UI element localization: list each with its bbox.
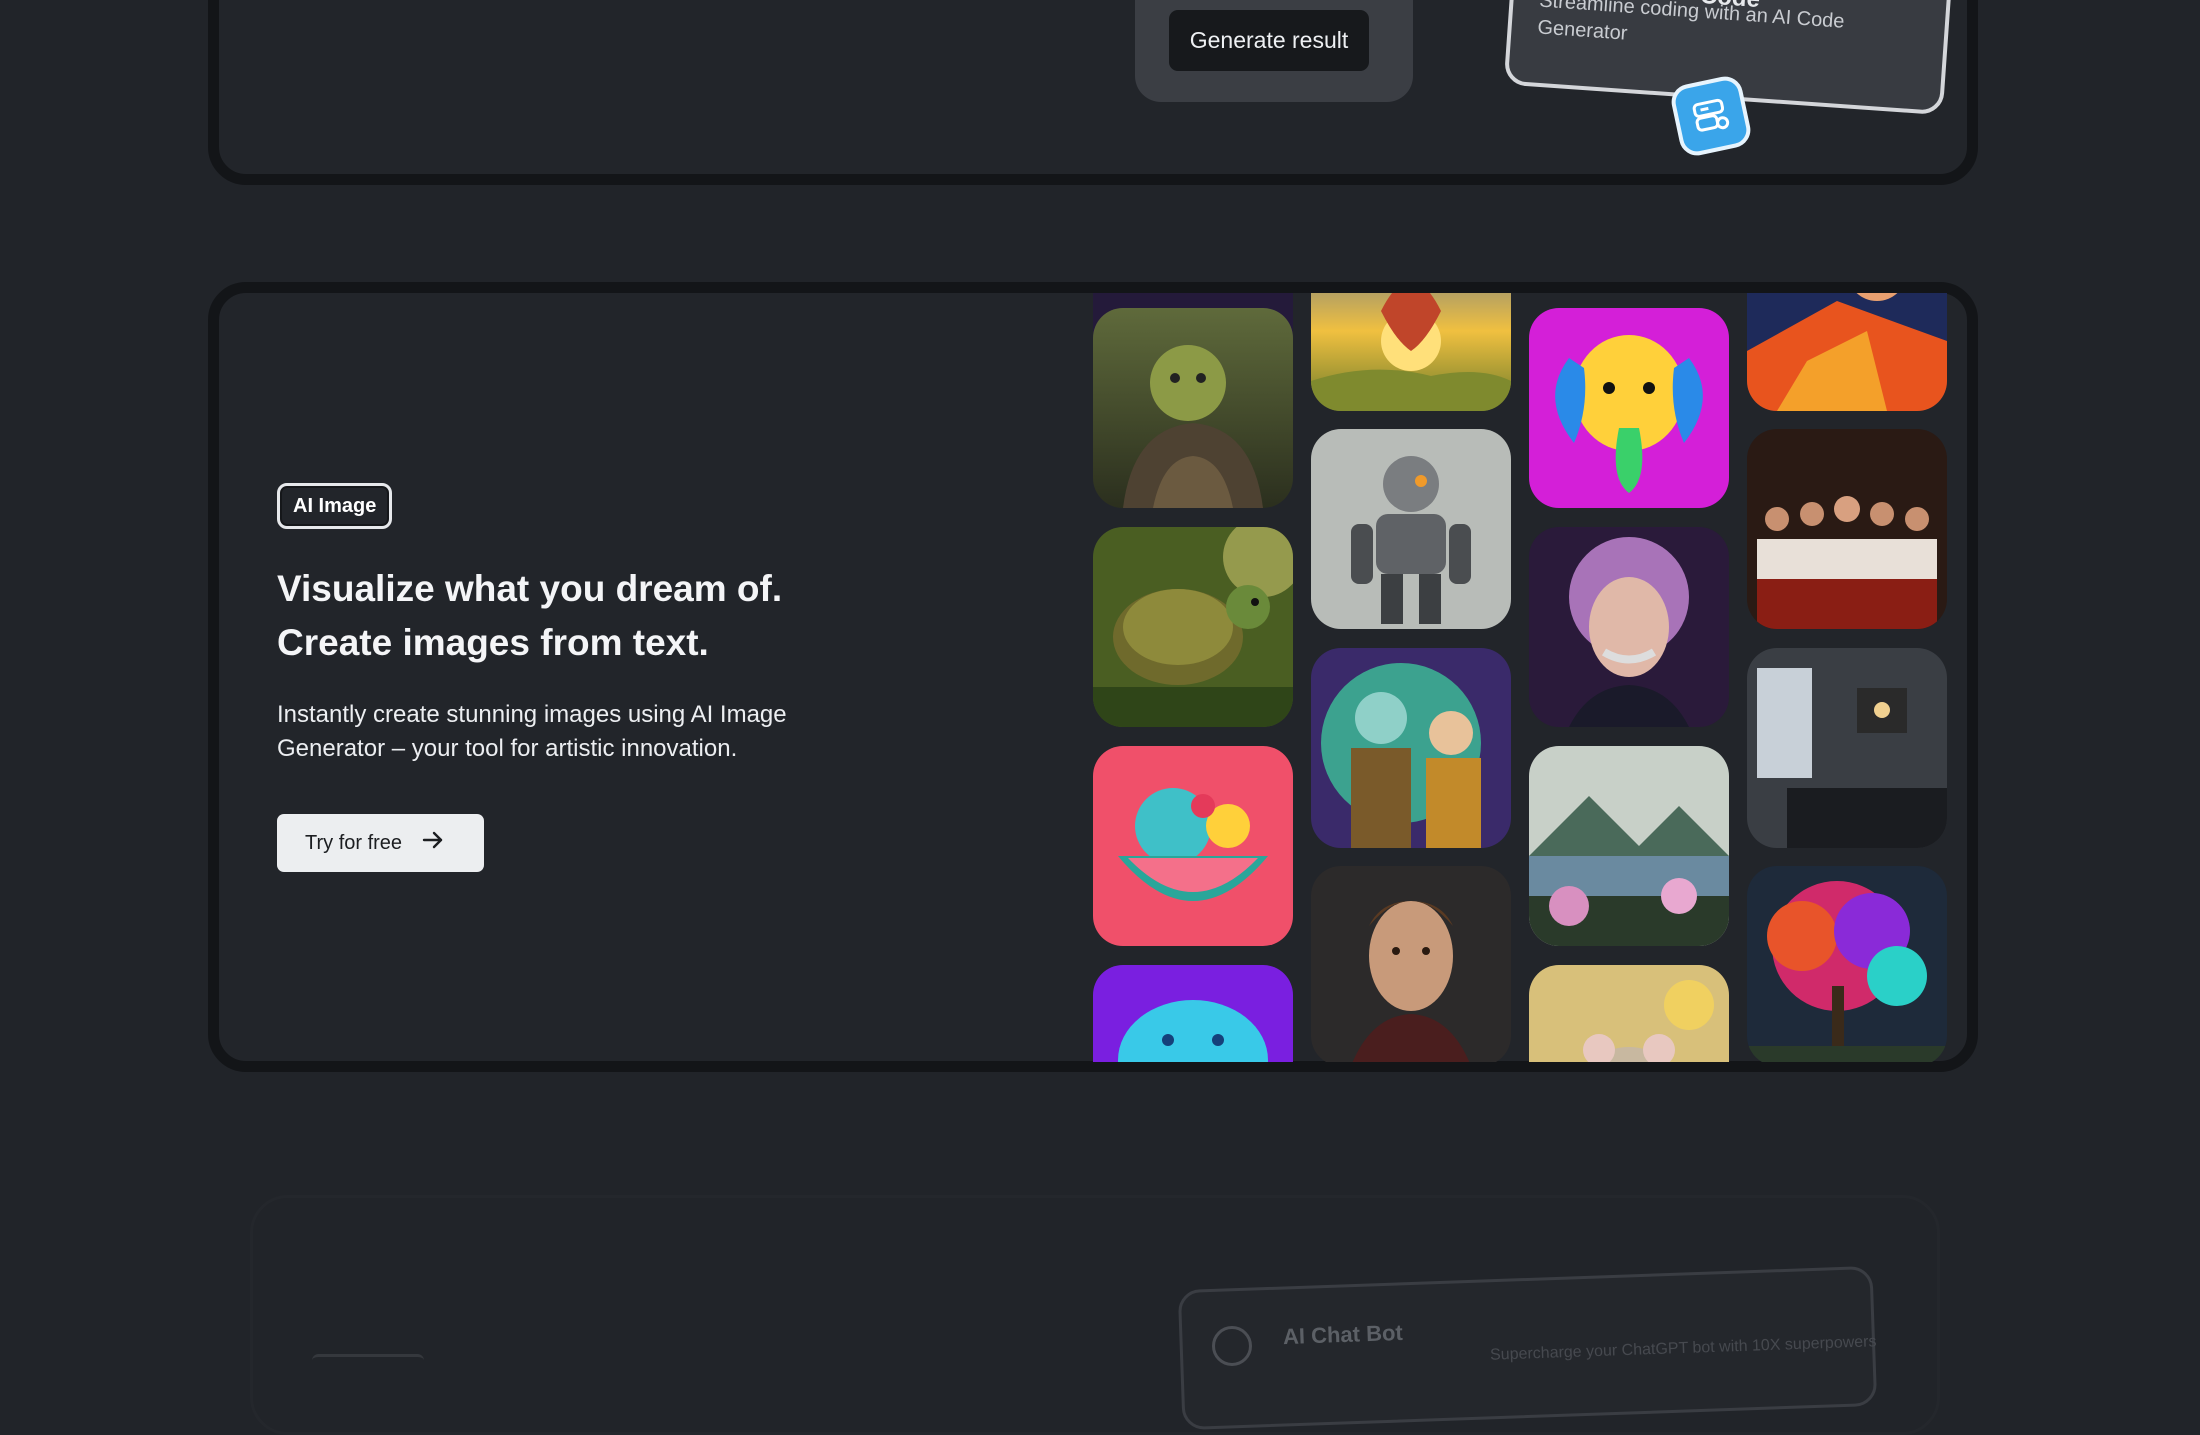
cartoon-scientists-image[interactable] <box>1311 648 1511 848</box>
chat-icon <box>1212 1326 1252 1366</box>
try-for-free-button[interactable]: Try for free <box>277 814 484 872</box>
bedroom-image[interactable] <box>1747 648 1947 848</box>
colorful-elephant-image[interactable] <box>1529 308 1729 508</box>
rainbow-tree-image[interactable] <box>1747 866 1947 1062</box>
einstein-portrait-image[interactable] <box>1529 527 1729 727</box>
headline-line-1: Visualize what you dream of. <box>277 568 783 609</box>
arrow-right-icon <box>422 830 444 856</box>
hot-air-balloon-image[interactable] <box>1311 293 1511 411</box>
superhero-image[interactable] <box>1747 293 1947 411</box>
fruit-bowl-image[interactable] <box>1093 746 1293 946</box>
section-headline: Visualize what you dream of. Create imag… <box>277 562 917 670</box>
chatbot-tag <box>312 1354 424 1367</box>
blue-snake-image[interactable] <box>1093 965 1293 1062</box>
tortoise-image[interactable] <box>1093 527 1293 727</box>
generate-result-button[interactable]: Generate result <box>1169 10 1369 71</box>
headline-line-2: Create images from text. <box>277 622 709 663</box>
chat-bot-title: AI Chat Bot <box>1282 1319 1404 1350</box>
last-supper-image[interactable] <box>1747 429 1947 629</box>
mountain-lake-image[interactable] <box>1529 746 1729 946</box>
try-for-free-label: Try for free <box>305 831 403 854</box>
man-portrait-image[interactable] <box>1311 866 1511 1062</box>
section-description: Instantly create stunning images using A… <box>277 701 787 762</box>
ai-image-tag: AI Image <box>277 483 393 529</box>
robot-image[interactable] <box>1311 429 1511 629</box>
image-gallery <box>1093 293 1965 1062</box>
mouse-image[interactable] <box>1529 965 1729 1062</box>
ogre-warrior-image[interactable] <box>1093 308 1293 508</box>
